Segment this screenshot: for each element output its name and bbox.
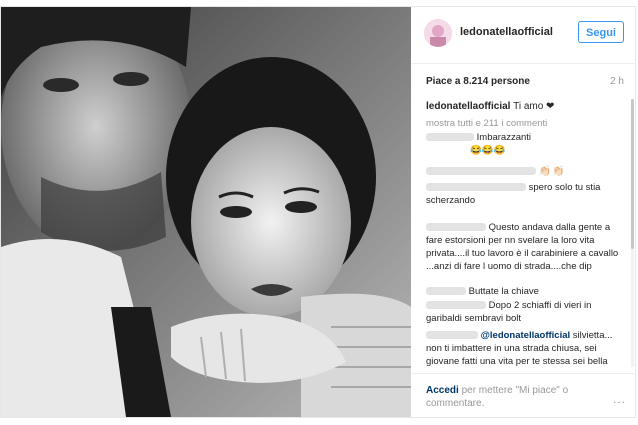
scrollbar-thumb[interactable]: [631, 99, 634, 249]
login-prompt: Accedi per mettere "Mi piace" o commenta…: [426, 384, 622, 410]
avatar[interactable]: [424, 19, 452, 47]
comment-item: Imbarazzanti 😂😂😂: [426, 131, 622, 157]
comment-item: Questo andava dalla gente a fare estorsi…: [426, 221, 622, 273]
show-all-comments-link[interactable]: mostra tutti e 211 i commenti: [426, 118, 547, 129]
caption: ledonatellaofficial Ti amo ❤: [426, 101, 554, 112]
comment-username-blurred[interactable]: [426, 287, 466, 296]
comment-username-blurred[interactable]: [426, 133, 474, 142]
caption-text: Ti amo ❤: [513, 101, 555, 112]
comment-item: spero solo tu stia scherzando: [426, 181, 622, 207]
caption-username[interactable]: ledonatellaofficial: [426, 101, 510, 112]
comment-mention-link[interactable]: @ledonatellaofficial: [481, 330, 571, 341]
post-header: ledonatellaofficial Segui: [412, 7, 636, 64]
laughing-emoji-icon: 😂😂😂: [470, 145, 506, 156]
couple-photo: [1, 7, 411, 417]
post-footer: Accedi per mettere "Mi piace" o commenta…: [412, 373, 636, 418]
comment-item: 👏🏻👏🏻: [426, 165, 622, 178]
comment-item: @ledonatellaofficial silvietta... non ti…: [426, 329, 622, 367]
username-link[interactable]: ledonatellaofficial: [460, 26, 553, 38]
comments-scrollbar[interactable]: [631, 99, 634, 367]
post-time[interactable]: 2 h: [610, 76, 624, 87]
comment-username-blurred[interactable]: [426, 331, 478, 340]
comment-item: Dopo 2 schiaffi di vieri in garibaldi se…: [426, 299, 622, 325]
comment-username-blurred[interactable]: [426, 223, 486, 232]
more-options-icon[interactable]: ...: [613, 392, 626, 406]
comment-text: Buttate la chiave: [468, 286, 539, 297]
comment-username-blurred[interactable]: [426, 183, 526, 192]
post-photo[interactable]: [1, 7, 411, 417]
avatar-image: [424, 19, 452, 47]
clapping-hands-icon: 👏🏻👏🏻: [538, 166, 566, 177]
comment-username-blurred[interactable]: [426, 167, 536, 176]
comment-text: Imbarazzanti: [476, 132, 532, 143]
likes-count[interactable]: Piace a 8.214 persone: [426, 76, 626, 87]
comment-username-blurred[interactable]: [426, 301, 486, 310]
comment-list[interactable]: Imbarazzanti 😂😂😂 👏🏻👏🏻 spero solo tu stia…: [426, 131, 626, 367]
follow-button[interactable]: Segui: [578, 21, 624, 43]
login-link[interactable]: Accedi: [426, 385, 459, 396]
post-sidebar: ledonatellaofficial Segui Piace a 8.214 …: [412, 7, 636, 417]
comment-item: Buttate la chiave: [426, 285, 622, 298]
